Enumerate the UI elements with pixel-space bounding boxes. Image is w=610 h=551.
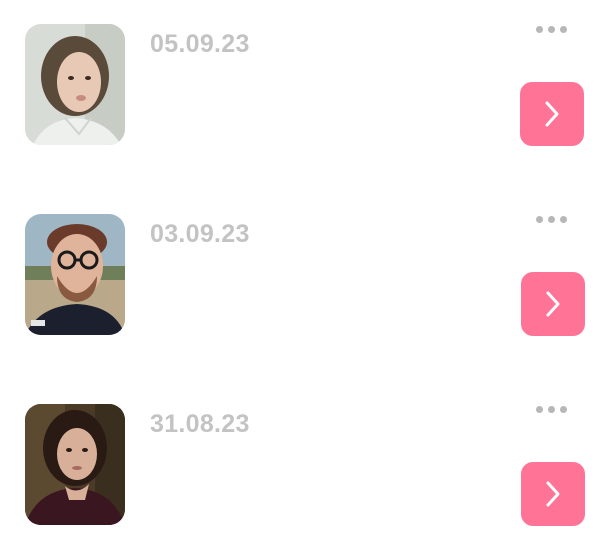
dot [548, 216, 555, 223]
dot [536, 26, 543, 33]
list-item: 03.09.23 [0, 214, 610, 344]
entries-list: 05.09.23 03.09.23 31.08.23 [0, 0, 610, 551]
avatar-photo [25, 404, 125, 525]
avatar[interactable] [25, 404, 125, 525]
dot [560, 26, 567, 33]
dot [548, 406, 555, 413]
dot [560, 406, 567, 413]
open-entry-button[interactable] [520, 82, 584, 146]
more-dots-icon[interactable] [534, 24, 570, 36]
chevron-right-icon [545, 101, 559, 127]
dot [548, 26, 555, 33]
dot [560, 216, 567, 223]
open-entry-button[interactable] [521, 462, 585, 526]
more-dots-icon[interactable] [534, 214, 570, 226]
open-entry-button[interactable] [521, 272, 585, 336]
more-dots-icon[interactable] [534, 404, 570, 416]
dot [536, 406, 543, 413]
avatar[interactable] [25, 24, 125, 145]
entry-date: 05.09.23 [150, 30, 250, 58]
list-item: 05.09.23 [0, 24, 610, 154]
entry-date: 31.08.23 [150, 410, 250, 438]
avatar[interactable] [25, 214, 125, 335]
chevron-right-icon [546, 481, 560, 507]
entry-date: 03.09.23 [150, 220, 250, 248]
avatar-photo [25, 214, 125, 335]
chevron-right-icon [546, 291, 560, 317]
avatar-photo [25, 24, 125, 145]
dot [536, 216, 543, 223]
list-item: 31.08.23 [0, 404, 610, 534]
